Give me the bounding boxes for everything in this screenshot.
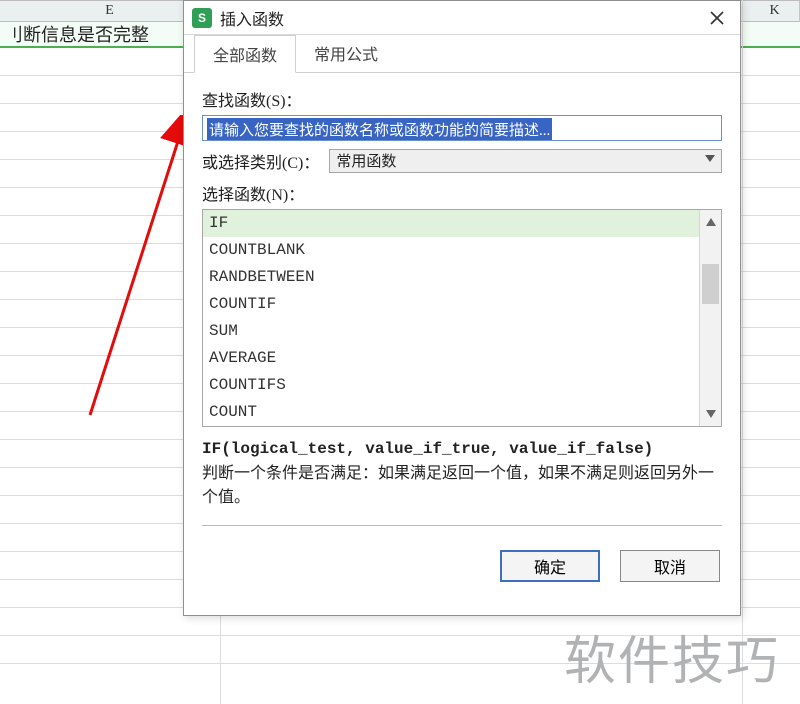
list-item[interactable]: COUNTBLANK bbox=[203, 237, 699, 264]
scrollbar[interactable] bbox=[699, 210, 721, 426]
cell-E1[interactable]: 刂断信息是否完整 bbox=[5, 22, 185, 48]
cancel-button[interactable]: 取消 bbox=[620, 550, 720, 582]
close-button[interactable] bbox=[700, 1, 734, 35]
spreadsheet-background: E K 刂断信息是否完整 S 插入函数 全部函数 常用公式 bbox=[0, 0, 800, 704]
window-title: 插入函数 bbox=[220, 6, 284, 30]
tab-bar: 全部函数 常用公式 bbox=[184, 35, 740, 73]
dialog-body: 查找函数(S)： 请输入您要查找的函数名称或函数功能的简要描述... 或选择类别… bbox=[184, 73, 740, 536]
function-list-label: 选择函数(N)： bbox=[202, 181, 722, 205]
list-item[interactable]: IF bbox=[203, 210, 699, 237]
divider bbox=[202, 525, 722, 526]
function-help-text: 判断一个条件是否满足：如果满足返回一个值，如果不满足则返回另外一个值。 bbox=[202, 461, 722, 509]
ok-button[interactable]: 确定 bbox=[500, 550, 600, 582]
insert-function-dialog: S 插入函数 全部函数 常用公式 查找函数(S)： 请输入您要查找的函数名称或函… bbox=[183, 0, 741, 616]
category-value: 常用函数 bbox=[336, 154, 396, 170]
close-icon bbox=[710, 11, 724, 25]
app-icon: S bbox=[192, 8, 212, 28]
list-item[interactable]: COUNTIFS bbox=[203, 372, 699, 399]
search-input[interactable]: 请输入您要查找的函数名称或函数功能的简要描述... bbox=[202, 115, 722, 141]
list-item[interactable]: AVERAGE bbox=[203, 345, 699, 372]
scrollbar-track[interactable] bbox=[700, 234, 721, 402]
list-item[interactable]: COUNT bbox=[203, 399, 699, 426]
button-row: 确定 取消 bbox=[184, 536, 740, 596]
function-signature: IF(logical_test, value_if_true, value_if… bbox=[202, 437, 722, 461]
tab-all-functions[interactable]: 全部函数 bbox=[194, 35, 296, 73]
function-listbox[interactable]: IF COUNTBLANK RANDBETWEEN COUNTIF SUM AV… bbox=[202, 209, 722, 427]
titlebar[interactable]: S 插入函数 bbox=[184, 1, 740, 35]
scrollbar-thumb[interactable] bbox=[702, 264, 719, 304]
scroll-up-icon[interactable] bbox=[700, 210, 721, 234]
list-item[interactable]: SUM bbox=[203, 318, 699, 345]
list-item[interactable]: COUNTIF bbox=[203, 291, 699, 318]
search-input-selection: 请输入您要查找的函数名称或函数功能的简要描述... bbox=[207, 118, 552, 141]
function-description: IF(logical_test, value_if_true, value_if… bbox=[202, 437, 722, 509]
column-header-K[interactable]: K bbox=[750, 1, 800, 23]
tab-common-formulas[interactable]: 常用公式 bbox=[296, 35, 396, 72]
list-item[interactable]: RANDBETWEEN bbox=[203, 264, 699, 291]
scroll-down-icon[interactable] bbox=[700, 402, 721, 426]
category-select[interactable]: 常用函数 bbox=[329, 149, 722, 173]
search-label: 查找函数(S)： bbox=[202, 87, 722, 111]
chevron-down-icon bbox=[705, 155, 715, 162]
category-label: 或选择类别(C)： bbox=[202, 149, 319, 173]
